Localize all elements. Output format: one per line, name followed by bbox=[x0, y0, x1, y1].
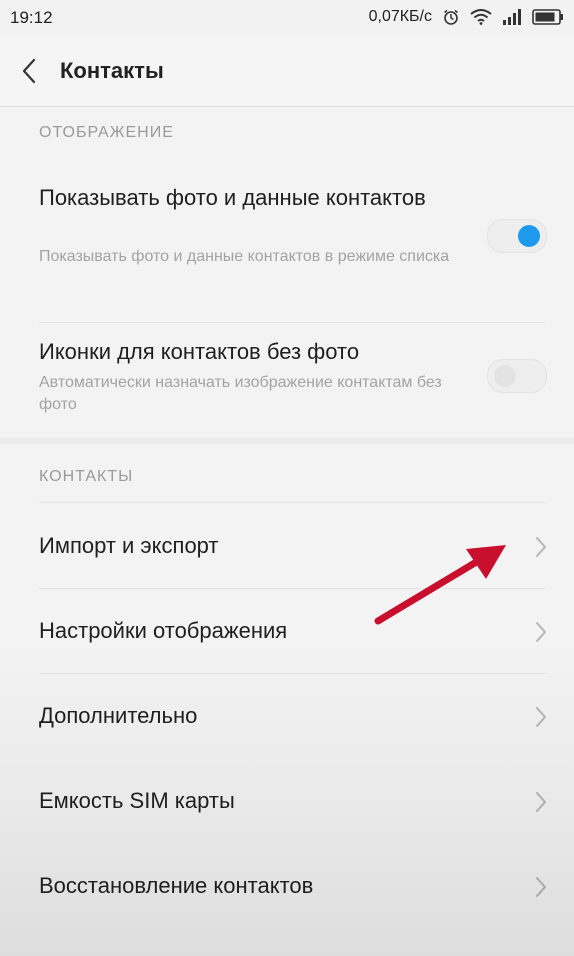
status-bar: 19:12 0,07КБ/с bbox=[0, 0, 574, 36]
network-speed: 0,07КБ/с bbox=[368, 8, 432, 25]
chevron-right-icon bbox=[536, 537, 546, 557]
nav-item-sim-capacity[interactable]: Емкость SIM карты bbox=[0, 760, 574, 844]
divider bbox=[39, 502, 546, 503]
chevron-right-icon bbox=[536, 877, 546, 897]
setting-description: Автоматически назначать изображение конт… bbox=[39, 374, 442, 413]
battery-icon bbox=[532, 9, 564, 25]
divider bbox=[39, 588, 546, 589]
status-icons: 0,07КБ/с bbox=[369, 8, 564, 26]
nav-item-advanced[interactable]: Дополнительно bbox=[0, 675, 574, 759]
back-button[interactable] bbox=[16, 56, 44, 86]
divider bbox=[39, 322, 546, 323]
section-header-contacts: КОНТАКТЫ bbox=[39, 468, 134, 485]
toggle-icons-without-photo[interactable] bbox=[487, 359, 547, 393]
nav-item-label: Импорт и экспорт bbox=[39, 533, 219, 558]
signal-icon bbox=[502, 9, 522, 25]
setting-label: Иконки для контактов без фото bbox=[39, 339, 360, 364]
section-separator bbox=[0, 438, 574, 444]
divider bbox=[39, 673, 546, 674]
nav-item-import-export[interactable]: Импорт и экспорт bbox=[0, 505, 574, 589]
nav-item-label: Емкость SIM карты bbox=[39, 788, 235, 813]
nav-item-restore-contacts[interactable]: Восстановление контактов bbox=[0, 845, 574, 929]
chevron-left-icon bbox=[22, 58, 36, 84]
toggle-knob bbox=[494, 365, 516, 387]
nav-item-label: Дополнительно bbox=[39, 703, 198, 728]
status-time: 19:12 bbox=[10, 8, 53, 27]
wifi-icon bbox=[470, 9, 492, 25]
app-bar: Контакты bbox=[0, 36, 574, 107]
chevron-right-icon bbox=[536, 707, 546, 727]
setting-label: Показывать фото и данные контактов bbox=[39, 185, 426, 210]
page-title: Контакты bbox=[60, 58, 164, 83]
chevron-right-icon bbox=[536, 792, 546, 812]
chevron-right-icon bbox=[536, 622, 546, 642]
setting-show-photo-data[interactable]: Показывать фото и данные контактов Показ… bbox=[0, 172, 574, 312]
toggle-show-photo-data[interactable] bbox=[487, 219, 547, 253]
nav-item-label: Восстановление контактов bbox=[39, 873, 314, 898]
nav-item-display-settings[interactable]: Настройки отображения bbox=[0, 590, 574, 674]
section-header-display: ОТОБРАЖЕНИЕ bbox=[39, 124, 174, 141]
alarm-icon bbox=[442, 8, 460, 26]
nav-item-label: Настройки отображения bbox=[39, 618, 288, 643]
setting-icons-without-photo[interactable]: Иконки для контактов без фото Автоматиче… bbox=[0, 330, 574, 430]
toggle-knob bbox=[518, 225, 540, 247]
setting-description: Показывать фото и данные контактов в реж… bbox=[39, 248, 450, 265]
